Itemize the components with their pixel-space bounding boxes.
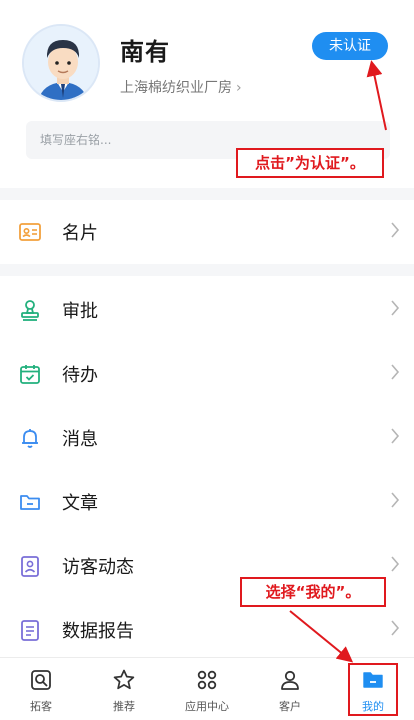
visitor-badge-icon [21,556,39,577]
company-name: 上海棉纺织业厂房 [120,80,232,96]
menu-item-messages[interactable]: 消息 [0,406,414,470]
menu-label: 审批 [62,301,98,322]
chevron-right-icon [391,222,400,238]
apps-grid-icon [197,670,217,690]
nav-label: 应用中心 [185,700,229,713]
section-divider [0,264,414,276]
highlight-box [348,663,398,716]
avatar-illustration-icon [24,26,98,100]
menu-label: 待办 [62,365,98,386]
folder-icon [20,495,40,510]
chevron-right-icon [391,364,400,380]
menu-item-approval[interactable]: 审批 [0,278,414,342]
chevron-right-icon: › [236,80,242,96]
star-icon [113,669,135,690]
menu-label: 文章 [62,493,98,514]
menu-label: 数据报告 [62,621,134,642]
menu-item-todo[interactable]: 待办 [0,342,414,406]
menu-item-reports[interactable]: 数据报告 [0,598,414,662]
chevron-right-icon [391,620,400,636]
annotation-mine-note: 选择“我的”。 [240,577,386,607]
section-divider [0,188,414,200]
nav-tab-recommend[interactable]: 推荐 [83,658,165,720]
business-card-icon [19,223,41,241]
menu-label: 消息 [62,429,98,450]
report-document-icon [21,620,39,641]
calendar-check-icon [20,365,40,384]
bell-icon [22,429,38,448]
stamp-icon [21,300,39,321]
profile-page: 南有 上海棉纺织业厂房 › 未认证 填写座右铭... 点击”为认证”。 名片 审批 [0,0,414,720]
avatar[interactable] [22,24,100,102]
person-icon [281,670,299,690]
nav-label: 拓客 [30,700,52,713]
nav-tab-prospecting[interactable]: 拓客 [0,658,82,720]
menu-label: 名片 [62,223,98,244]
search-doc-icon [31,670,51,690]
chevron-right-icon [391,556,400,572]
chevron-right-icon [391,300,400,316]
verify-button[interactable]: 未认证 [312,32,388,60]
user-name: 南有 [120,38,170,66]
menu-item-card[interactable]: 名片 [0,200,414,264]
menu-item-articles[interactable]: 文章 [0,470,414,534]
nav-label: 推荐 [113,700,135,713]
menu-label: 访客动态 [62,557,134,578]
nav-tab-customers[interactable]: 客户 [249,658,331,720]
chevron-right-icon [391,492,400,508]
nav-label: 客户 [279,700,301,713]
company-link[interactable]: 上海棉纺织业厂房 › [120,77,242,97]
annotation-verify-note: 点击”为认证”。 [236,148,384,178]
nav-tab-app-center[interactable]: 应用中心 [166,658,248,720]
chevron-right-icon [391,428,400,444]
